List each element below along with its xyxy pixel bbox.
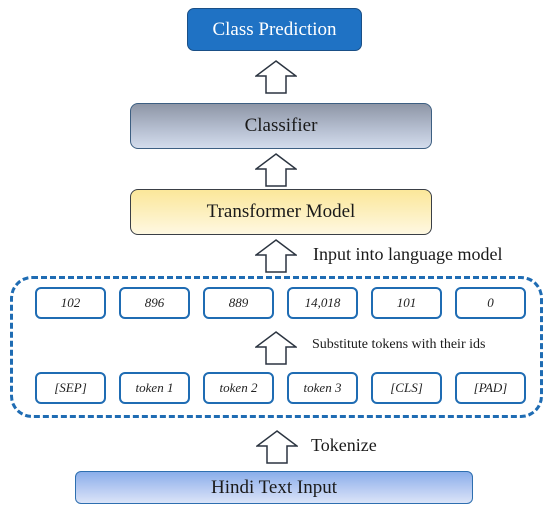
token-box: [PAD]: [455, 372, 526, 404]
transformer-model-node: Transformer Model: [130, 189, 432, 235]
token-box: [SEP]: [35, 372, 106, 404]
input-into-language-model-label: Input into language model: [313, 244, 503, 264]
up-arrow-icon: [255, 331, 297, 365]
token-box: token 3: [287, 372, 358, 404]
classifier-node: Classifier: [130, 103, 432, 149]
class-prediction-node: Class Prediction: [187, 8, 362, 51]
token-id-box: 896: [119, 287, 190, 319]
hindi-text-input-node: Hindi Text Input: [75, 471, 473, 504]
token-id-box: 0: [455, 287, 526, 319]
token-box: token 1: [119, 372, 190, 404]
substitute-tokens-label: Substitute tokens with their ids: [312, 337, 486, 352]
token-id-box: 14,018: [287, 287, 358, 319]
up-arrow-icon: [255, 239, 297, 273]
class-prediction-label: Class Prediction: [212, 18, 337, 40]
classifier-label: Classifier: [244, 115, 318, 136]
up-arrow-icon: [255, 153, 297, 187]
up-arrow-icon: [255, 60, 297, 94]
transformer-model-label: Transformer Model: [206, 201, 356, 222]
up-arrow-icon: [256, 430, 298, 464]
token-box: token 2: [203, 372, 274, 404]
hindi-text-input-label: Hindi Text Input: [210, 476, 338, 498]
tokenize-label: Tokenize: [311, 435, 377, 455]
token-box: [CLS]: [371, 372, 442, 404]
token-id-box: 102: [35, 287, 106, 319]
token-id-box: 101: [371, 287, 442, 319]
token-id-box: 889: [203, 287, 274, 319]
